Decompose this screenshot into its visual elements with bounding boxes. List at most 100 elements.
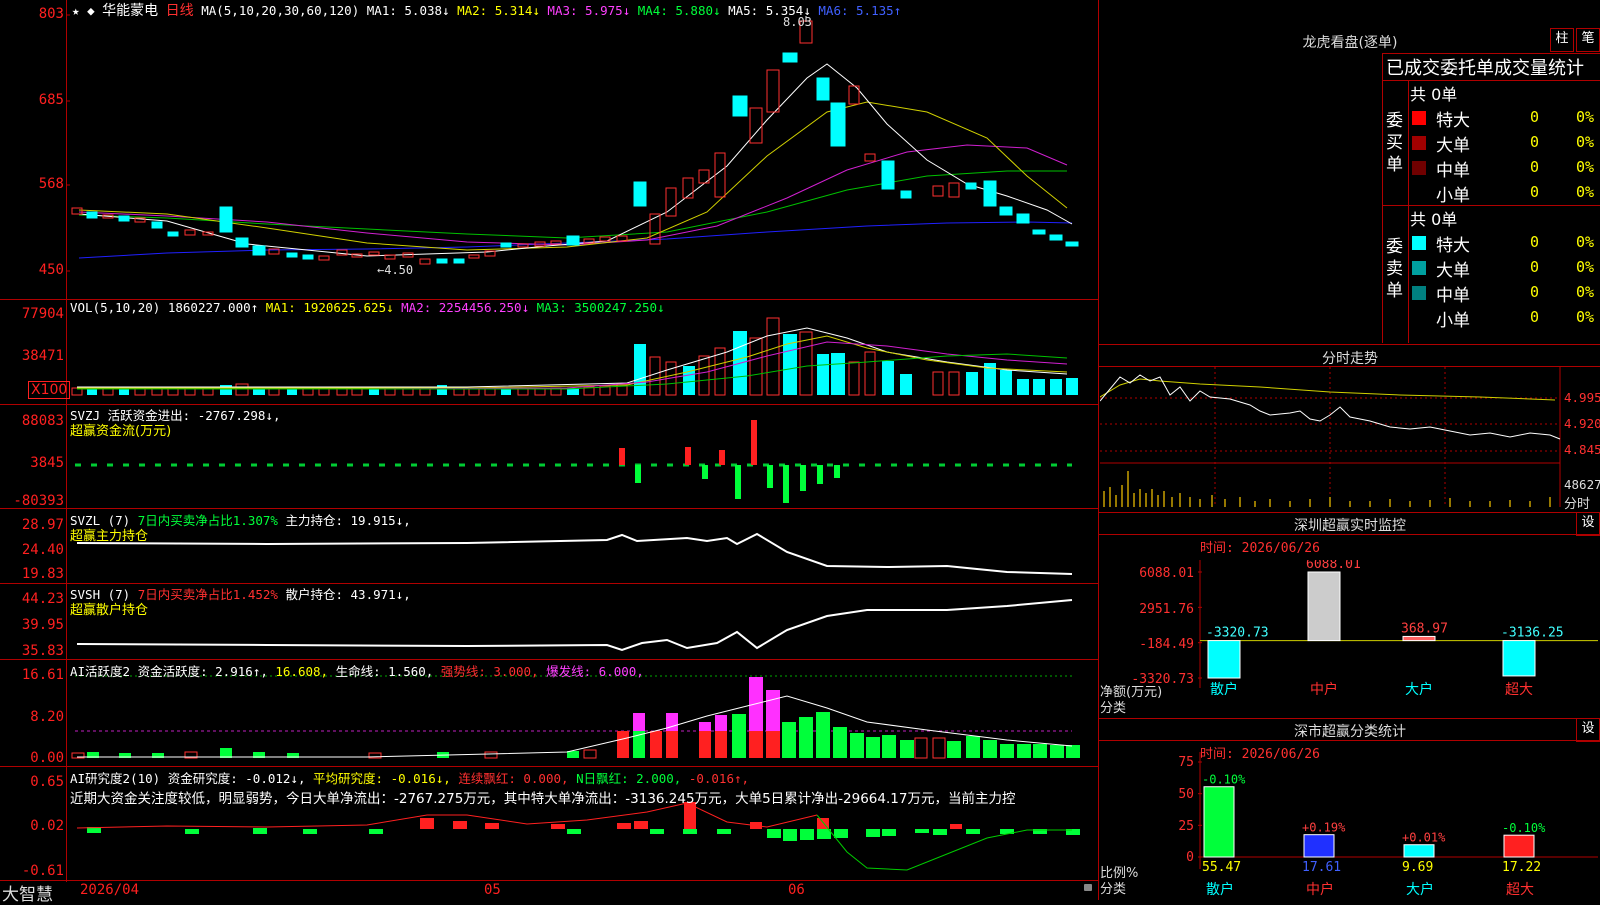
buy-row-pct: 0% (1576, 183, 1595, 201)
buy-total: 共 0单 (1410, 85, 1458, 104)
axis-date-start: 2026/04 (80, 882, 140, 898)
buy-row-count: 0 (1530, 158, 1540, 176)
sz-monitor-y-tick: 6088.01 (1139, 566, 1194, 581)
ai-research-comment: 近期大资金关注度较低，明显弱势，今日大单净流出：-2767.275万元，其中特大… (70, 791, 1016, 807)
sz-monitor-category-label: 散户 (1210, 681, 1238, 695)
svzl-y-tick: 28.97 (21, 517, 64, 533)
sell-row-pct: 0% (1576, 308, 1595, 326)
buy-row: 小单 0 0% (1410, 181, 1600, 206)
sell-row-name: 大单 (1436, 261, 1470, 281)
sz-monitor-category-label: 超大 (1505, 682, 1533, 695)
buy-row-pct: 0% (1576, 133, 1595, 151)
ai-research-bars (76, 802, 1080, 871)
vol-ma1: MA1: 1920625.625↓ (265, 300, 394, 315)
buy-row: 特大 0 0% (1410, 106, 1600, 131)
buy-color-swatch (1412, 136, 1426, 150)
sz-monitor-value-label: 368.97 (1401, 621, 1448, 636)
ai-research-last: -0.016↑, (688, 771, 750, 786)
main-chart-svg[interactable]: 8.03 ←4.50 (67, 0, 1098, 900)
kline-high-note: 8.03 (783, 15, 812, 29)
sz-class-change-label: -0.10% (1502, 821, 1546, 835)
svzl-ratio: 7日内买卖净占比1.307% (137, 513, 278, 528)
ai-research-nday: N日飘红: 2.000, (576, 771, 682, 786)
ai-active-y-tick: 16.61 (21, 667, 64, 683)
sell-row-name: 中单 (1436, 286, 1470, 306)
ai-research-y-tick: 0.02 (30, 818, 64, 834)
buy-row-count: 0 (1530, 133, 1540, 151)
svsh-line (76, 599, 1073, 652)
svzj-y-tick: 88083 (21, 413, 64, 429)
pen-view-button[interactable]: 笔 (1576, 28, 1600, 52)
sz-class-x-label: 分类 (1100, 882, 1127, 897)
buy-row-name: 特大 (1436, 111, 1470, 131)
sz-monitor-value-label: -3320.73 (1206, 626, 1269, 641)
candles (71, 16, 1079, 265)
ai-active-bars (71, 677, 1080, 759)
buy-row-count: 0 (1530, 108, 1540, 126)
vol-value: 1860227.000↑ (167, 300, 259, 315)
vol-ma3: MA3: 3500247.250↓ (536, 300, 665, 315)
lock-icon[interactable] (1084, 884, 1092, 891)
vol-ma2: MA2: 2254456.250↓ (401, 300, 530, 315)
ai-active-header: AI活跃度2 资金活跃度: 2.916↑, 16.608, 生命线: 1.560… (70, 661, 644, 680)
sell-row-pct: 0% (1576, 258, 1595, 276)
ai-active-y-tick: 0.00 (30, 750, 64, 766)
svsh-hold: 散户持仓: 43.971↓, (285, 587, 411, 602)
kline-y-tick: 568 (38, 176, 64, 192)
sell-row-pct: 0% (1576, 283, 1595, 301)
sz-class-y-tick: 0 (1186, 850, 1194, 865)
sz-class-title: 深市超赢分类统计 (1294, 724, 1406, 740)
buy-color-swatch (1412, 161, 1426, 175)
ai-active-value: 资金活跃度: 2.916↑, (137, 664, 268, 679)
buy-row-pct: 0% (1576, 158, 1595, 176)
sz-monitor-bar (1307, 571, 1341, 642)
sz-monitor-y-tick: 2951.76 (1139, 602, 1194, 617)
kline-low-note: ←4.50 (377, 263, 413, 277)
svsh-y-tick: 44.23 (21, 591, 64, 607)
sz-monitor-settings-button[interactable]: 设 (1576, 512, 1600, 536)
sz-class-chart[interactable]: -0.10% 55.47 散户 +0.19% 17.61 中户 +0.01% 9.69 大户 -0… (1198, 752, 1600, 900)
buy-row-name: 大单 (1436, 136, 1470, 156)
intraday-chart[interactable] (1100, 367, 1600, 512)
sell-row: 特大 0 0% (1410, 231, 1600, 256)
vol-header: VOL(5,10,20) 1860227.000↑ MA1: 1920625.6… (70, 300, 665, 315)
sz-class-settings-button[interactable]: 设 (1576, 718, 1600, 742)
sell-color-swatch (1412, 261, 1426, 275)
brand-logo: 大智慧 (2, 885, 53, 905)
column-view-button[interactable]: 柱 (1550, 28, 1574, 52)
ai-active-y-tick: 8.20 (30, 709, 64, 725)
intraday-title: 分时走势 (1322, 351, 1378, 367)
center-divider (1098, 0, 1099, 900)
vol-bars (71, 317, 1078, 396)
buy-row: 大单 0 0% (1410, 131, 1600, 156)
sz-class-category-label: 大户 (1406, 881, 1434, 898)
sell-row: 小单 0 0% (1410, 306, 1600, 331)
sell-row: 大单 0 0% (1410, 256, 1600, 281)
sell-orders-label: 委卖单 (1386, 237, 1403, 301)
sz-class-y-tick: 75 (1178, 755, 1194, 770)
svzj-bars (619, 420, 840, 503)
sell-row-count: 0 (1530, 233, 1540, 251)
dragon-stat-title: 已成交委托单成交量统计 (1386, 58, 1584, 79)
dragon-title: 龙虎看盘(逐单) (1302, 35, 1398, 51)
sz-monitor-chart[interactable]: -3320.73 散户 6088.01 中户 368.97 大户 -3136.25 超大 (1198, 560, 1600, 695)
kline-y-tick: 685 (38, 92, 64, 108)
sz-class-bar (1403, 844, 1435, 858)
ai-research-y-tick: -0.61 (21, 863, 64, 879)
vol-unit-badge: X100 (28, 381, 71, 399)
sell-color-swatch (1412, 236, 1426, 250)
kline-y-tick: 803 (38, 6, 64, 22)
vol-y-tick: 77904 (21, 306, 64, 322)
sz-class-category-label: 超大 (1506, 882, 1534, 898)
sz-class-y-tick: 25 (1178, 819, 1194, 834)
sz-class-bar (1303, 834, 1335, 858)
ai-research-header: AI研究度2(10) 资金研究度: -0.012↓, 平均研究度: -0.016… (70, 768, 749, 787)
axis-month-05: 05 (484, 882, 501, 898)
vol-def: VOL(5,10,20) (70, 300, 161, 315)
sz-class-value-label: 9.69 (1402, 860, 1433, 875)
intraday-vol-label: 分时 (1564, 497, 1591, 512)
sz-class-change-label: +0.01% (1402, 831, 1446, 845)
sz-monitor-bar (1207, 640, 1241, 679)
svzl-y-tick: 19.83 (21, 566, 64, 582)
buy-orders-label: 委买单 (1386, 111, 1403, 175)
